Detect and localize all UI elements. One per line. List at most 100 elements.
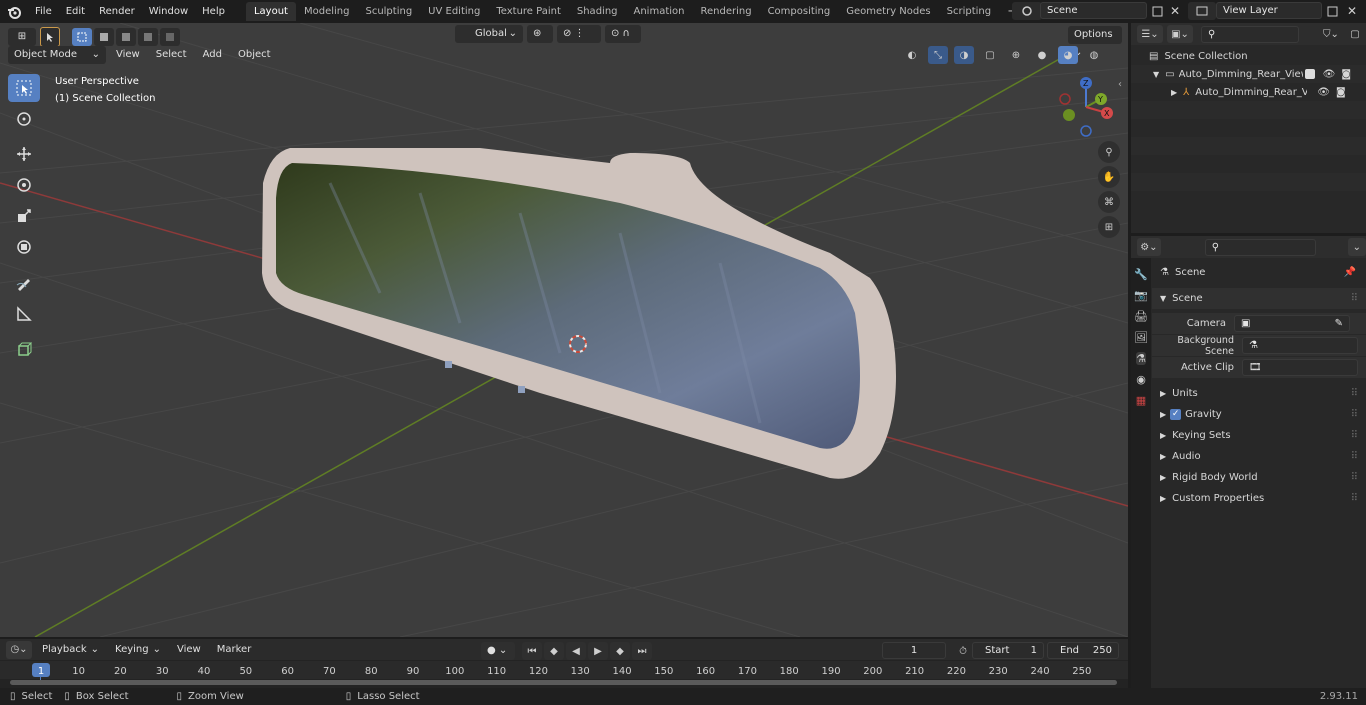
menu-edit[interactable]: Edit (59, 0, 92, 23)
jump-start-icon[interactable]: ⏮ (522, 642, 542, 660)
editor-type-icon[interactable]: ⊞ (8, 28, 36, 46)
expand-down-icon[interactable]: ▼ (1153, 70, 1159, 79)
scene-panel-header[interactable]: ▼ Scene ⠿ (1152, 288, 1366, 309)
gravity-panel-header[interactable]: ▶ ✓ Gravity ⠿ (1152, 404, 1366, 425)
pivot-point-icon[interactable]: ⊛ (527, 25, 553, 43)
active-clip-field[interactable]: 🎞 (1242, 359, 1358, 376)
visibility-icon[interactable]: ◐ (902, 46, 922, 64)
expand-right-icon[interactable]: ▶ (1171, 88, 1177, 97)
xray-icon[interactable]: ▢ (980, 46, 1000, 64)
tab-texture-paint[interactable]: Texture Paint (488, 2, 569, 21)
custom-properties-panel-header[interactable]: ▶ Custom Properties ⠿ (1152, 488, 1366, 509)
viewport-menu-select[interactable]: Select (150, 46, 193, 64)
pan-hand-icon[interactable]: ✋ (1098, 166, 1120, 188)
output-tab-icon[interactable]: 🖨 (1134, 310, 1148, 323)
keying-sets-panel-header[interactable]: ▶ Keying Sets ⠿ (1152, 425, 1366, 446)
tool-select-box[interactable] (8, 74, 40, 102)
delete-scene-icon[interactable]: ✕ (1165, 2, 1185, 20)
drag-handle-icon[interactable]: ⠿ (1351, 451, 1358, 462)
tab-sculpting[interactable]: Sculpting (357, 2, 420, 21)
snap-icon[interactable]: ⊘ ⋮ (557, 25, 601, 43)
units-panel-header[interactable]: ▶ Units ⠿ (1152, 383, 1366, 404)
rendered-shading-icon[interactable]: ◍ (1084, 46, 1104, 64)
select-subtract-icon[interactable] (116, 28, 136, 46)
camera-icon[interactable]: ◙ (1336, 87, 1346, 98)
rigid-body-world-panel-header[interactable]: ▶ Rigid Body World ⠿ (1152, 467, 1366, 488)
gizmo-toggle-icon[interactable]: ⤡ (928, 46, 948, 64)
view-layer-field[interactable]: View Layer (1216, 2, 1322, 19)
drag-handle-icon[interactable]: ⠿ (1351, 430, 1358, 441)
menu-file[interactable]: File (28, 0, 59, 23)
outliner-editor-type-icon[interactable]: ☰⌄ (1137, 25, 1163, 43)
blender-logo-icon[interactable] (0, 0, 28, 23)
pin-icon[interactable]: 📌 (1344, 267, 1356, 278)
zoom-icon[interactable]: ⚲ (1098, 141, 1120, 163)
outliner-row-collection[interactable]: ▼ ▭ Auto_Dimming_Rear_View_M 👁 ◙ (1131, 65, 1366, 83)
drag-handle-icon[interactable]: ⠿ (1351, 388, 1358, 399)
viewport-menu-object[interactable]: Object (232, 46, 277, 64)
material-shading-icon[interactable]: ◕ (1058, 46, 1078, 64)
audio-panel-header[interactable]: ▶ Audio ⠿ (1152, 446, 1366, 467)
record-icon[interactable]: ● ⌄ (481, 642, 515, 660)
keying-menu[interactable]: Keying ⌄ (109, 641, 167, 659)
timeline-menu-marker[interactable]: Marker (211, 641, 258, 659)
current-frame-field[interactable]: 1 (882, 642, 946, 659)
tab-layout[interactable]: Layout (245, 2, 296, 21)
properties-search-input[interactable]: ⚲ (1204, 238, 1316, 256)
tab-modeling[interactable]: Modeling (296, 2, 358, 21)
sidebar-toggle-icon[interactable]: ‹ (1118, 79, 1122, 90)
solid-shading-icon[interactable]: ● (1032, 46, 1052, 64)
tool-add-cube[interactable] (8, 335, 40, 363)
render-tab-icon[interactable]: 📷 (1134, 289, 1148, 302)
tab-shading[interactable]: Shading (569, 2, 626, 21)
jump-end-icon[interactable]: ⏭ (632, 642, 652, 660)
drag-handle-icon[interactable]: ⠿ (1351, 493, 1358, 504)
new-collection-icon[interactable]: ▢ (1345, 25, 1365, 43)
scene-name-field[interactable]: Scene (1040, 2, 1147, 19)
perspective-toggle-icon[interactable]: ⊞ (1098, 216, 1120, 238)
timeline-scrollbar[interactable] (10, 680, 1117, 685)
eyedropper-icon[interactable]: ✎ (1335, 316, 1343, 331)
drag-handle-icon[interactable]: ⠿ (1351, 293, 1358, 304)
select-extend-icon[interactable] (94, 28, 114, 46)
timeline-editor-type-icon[interactable]: ◷⌄ (6, 640, 32, 659)
transform-orientation-dropdown[interactable]: Global ⌄ (455, 25, 523, 43)
wireframe-shading-icon[interactable]: ⊕ (1006, 46, 1026, 64)
proportional-edit-icon[interactable]: ⊙ ∩ (605, 25, 641, 43)
camera-field[interactable]: ▣ ✎ (1234, 315, 1350, 332)
next-keyframe-icon[interactable]: ◆ (610, 642, 630, 660)
tool-annotate[interactable] (8, 269, 40, 297)
playback-menu[interactable]: Playback ⌄ (36, 641, 105, 659)
tab-uv-editing[interactable]: UV Editing (420, 2, 488, 21)
select-mode-icon[interactable] (40, 27, 60, 47)
tab-animation[interactable]: Animation (626, 2, 693, 21)
world-tab-icon[interactable]: ◉ (1136, 373, 1146, 386)
navigation-gizmo[interactable]: Z Y X (1055, 73, 1117, 139)
prev-keyframe-icon[interactable]: ◆ (544, 642, 564, 660)
eye-icon[interactable]: 👁 (1317, 87, 1330, 98)
properties-options-icon[interactable]: ⌄ (1347, 238, 1366, 256)
tool-tab-icon[interactable]: 🔧 (1134, 268, 1148, 281)
gravity-checkbox[interactable]: ✓ (1170, 409, 1182, 420)
new-scene-icon[interactable] (1147, 2, 1167, 20)
outliner-row-scene-collection[interactable]: ▤ Scene Collection (1131, 47, 1366, 65)
outliner-row-object[interactable]: ▶ ⅄ Auto_Dimming_Rear_Vie 👁 ◙ (1131, 83, 1366, 101)
viewport-menu-add[interactable]: Add (197, 46, 228, 64)
play-icon[interactable]: ▶ (588, 642, 608, 660)
menu-help[interactable]: Help (195, 0, 232, 23)
tool-rotate[interactable] (8, 171, 40, 199)
viewport-menu-view[interactable]: View (110, 46, 146, 64)
outliner-search-input[interactable]: ⚲ (1201, 25, 1299, 43)
tool-cursor[interactable] (8, 105, 40, 133)
filter-icon[interactable]: ⛉⌄ (1321, 25, 1341, 43)
camera-icon[interactable]: ◙ (1341, 69, 1351, 80)
timeline-menu-view[interactable]: View (171, 641, 207, 659)
stopwatch-icon[interactable]: ⏱ (953, 642, 973, 660)
view-layer-tab-icon[interactable]: 🖼 (1134, 331, 1148, 344)
mode-dropdown[interactable]: Object Mode ⌄ (8, 46, 106, 64)
include-checkbox[interactable] (1304, 69, 1315, 79)
tab-rendering[interactable]: Rendering (692, 2, 759, 21)
drag-handle-icon[interactable]: ⠿ (1351, 472, 1358, 483)
eye-icon[interactable]: 👁 (1323, 69, 1336, 80)
options-dropdown[interactable]: Options ⌄ (1068, 26, 1122, 58)
